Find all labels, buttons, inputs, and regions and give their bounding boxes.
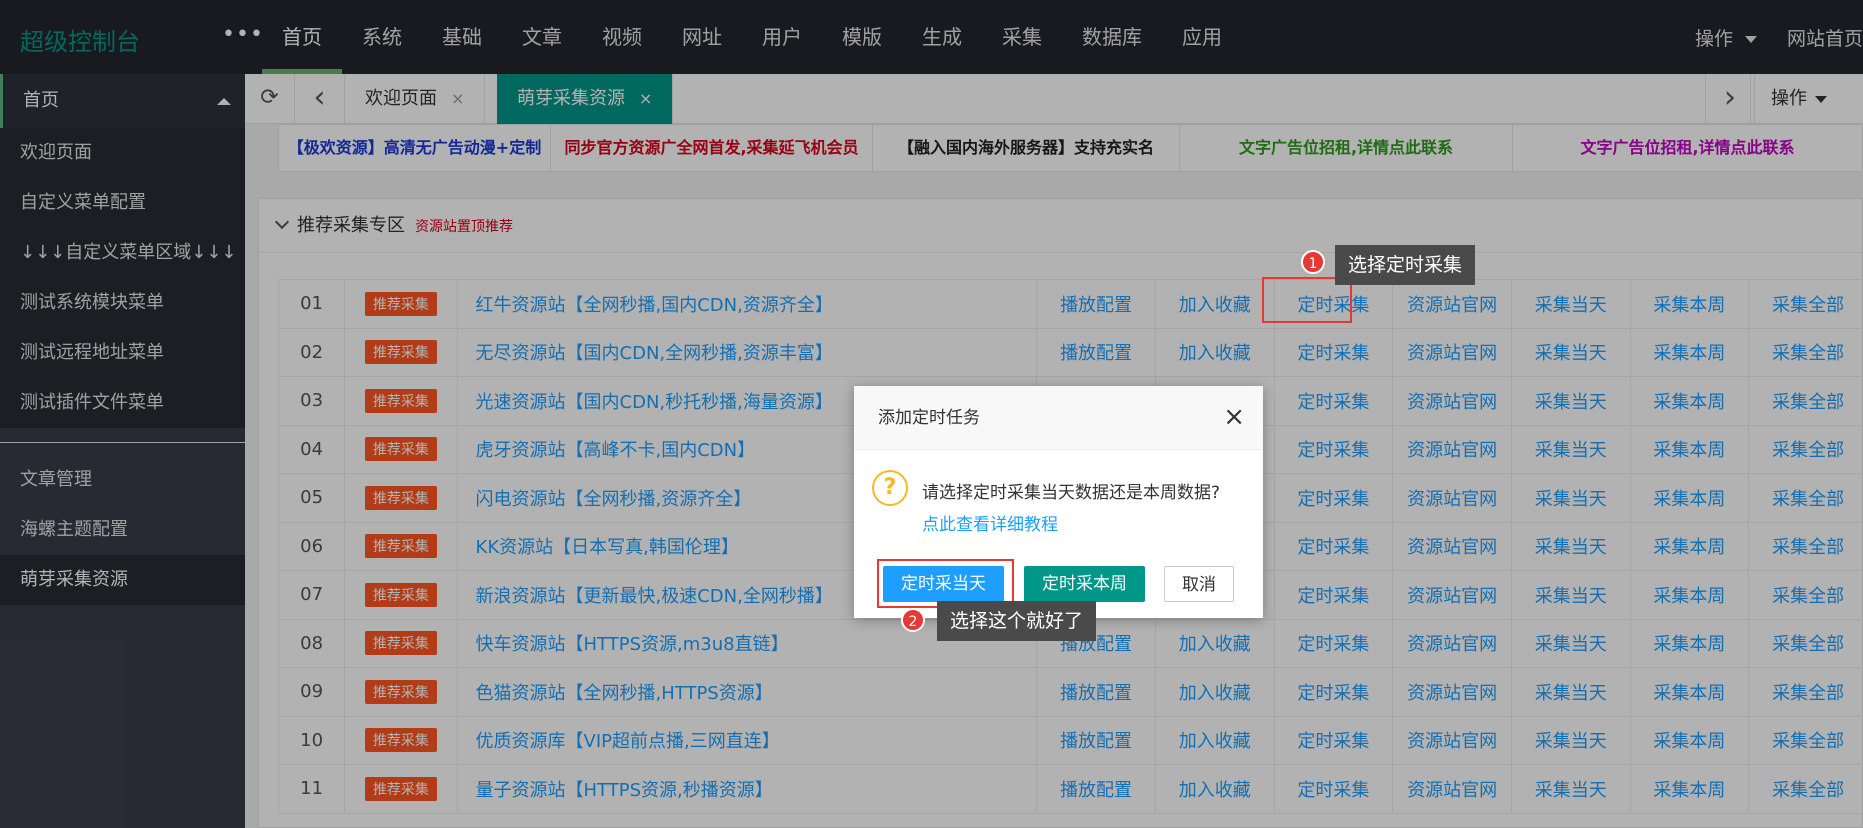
dialog-title: 添加定时任务 [854,386,1263,450]
close-icon[interactable]: × [1223,404,1245,430]
annotation-tooltip: 选择定时采集 [1335,245,1476,285]
schedule-week-button[interactable]: 定时采本周 [1024,566,1145,602]
dialog-message: 请选择定时采集当天数据还是本周数据? [922,483,1221,503]
cancel-button[interactable]: 取消 [1164,566,1234,602]
step-badge: 1 [1301,250,1325,274]
question-icon: ? [872,470,908,506]
step-badge: 2 [901,608,925,632]
annotation-tooltip: 选择这个就好了 [937,601,1097,641]
tutorial-link[interactable]: 点此查看详细教程 [922,510,1058,535]
